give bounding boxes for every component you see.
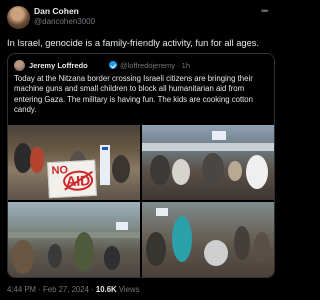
photo-3[interactable] — [8, 202, 140, 277]
quoted-tweet[interactable]: Jeremy Loffredo @loffredojeremy · 1h Tod… — [7, 53, 275, 278]
photo-grid: NO AID — [8, 125, 274, 277]
views-count: 10.6K — [95, 285, 117, 294]
quoted-author-handle: @loffredojeremy · 1h — [120, 61, 191, 70]
photo-2[interactable] — [142, 125, 274, 200]
quoted-author-avatar — [14, 60, 25, 71]
views-label: Views — [116, 285, 140, 294]
author-name[interactable]: Dan Cohen — [34, 6, 79, 16]
tweet-text: In Israel, genocide is a family-friendly… — [7, 38, 259, 48]
author-handle[interactable]: @dancohen3000 — [34, 17, 95, 26]
protest-sign: NO AID — [47, 159, 97, 199]
verified-badge-icon — [109, 61, 117, 69]
photo-4[interactable] — [142, 202, 274, 277]
timestamp[interactable]: 4:44 PM · Feb 27, 2024 · — [7, 285, 96, 294]
quoted-tweet-text: Today at the Nitzana border crossing Isr… — [14, 74, 253, 114]
author-avatar[interactable] — [7, 6, 30, 29]
more-icon[interactable]: ••• — [261, 6, 269, 16]
tweet-meta: 4:44 PM · Feb 27, 2024 · 10.6K Views — [7, 285, 140, 294]
quoted-author-name: Jeremy Loffredo — [29, 61, 88, 70]
tweet[interactable]: Dan Cohen @dancohen3000 ••• In Israel, g… — [0, 0, 281, 300]
photo-1[interactable]: NO AID — [8, 125, 140, 200]
